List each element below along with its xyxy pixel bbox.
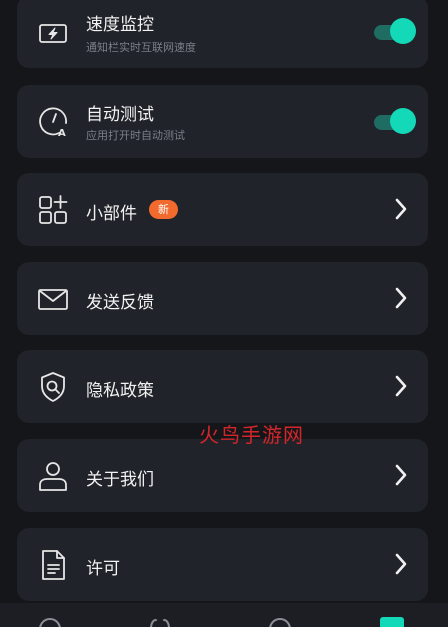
history-icon[interactable] [268,617,292,627]
license-title: 许可 [86,559,120,579]
speed-monitor-subtitle: 通知栏实时互联网速度 [86,41,196,54]
shield-search-icon [37,371,69,403]
auto-test-title: 自动测试 [86,105,154,125]
about-title: 关于我们 [86,470,154,490]
privacy-row[interactable]: 隐私政策 [17,350,428,423]
auto-test-icon: A [37,106,69,138]
feedback-title: 发送反馈 [86,293,154,313]
auto-test-toggle[interactable] [372,108,416,136]
speed-icon[interactable] [38,617,62,627]
chevron-right-icon [394,552,408,576]
settings-icon[interactable] [380,617,404,627]
user-icon [37,460,69,492]
widgets-icon [37,194,69,226]
watermark: 火鸟手游网 [199,423,304,447]
widgets-title: 小部件 [86,204,137,224]
chevron-right-icon [394,374,408,398]
toggle-knob [390,18,416,44]
auto-test-row: A 自动测试 应用打开时自动测试 [17,85,428,158]
speed-monitor-row: 速度监控 通知栏实时互联网速度 [17,0,428,68]
feedback-row[interactable]: 发送反馈 [17,262,428,335]
document-icon [37,549,69,581]
chevron-right-icon [394,463,408,487]
widgets-row[interactable]: 小部件 新 [17,173,428,246]
mail-icon [37,283,69,315]
speed-monitor-icon [37,17,69,49]
toggle-knob [390,108,416,134]
auto-test-subtitle: 应用打开时自动测试 [86,129,185,142]
chart-icon[interactable] [148,617,172,627]
chevron-right-icon [394,197,408,221]
speed-monitor-title: 速度监控 [86,15,154,35]
license-row[interactable]: 许可 [17,528,428,601]
chevron-right-icon [394,286,408,310]
privacy-title: 隐私政策 [86,381,154,401]
new-badge: 新 [149,200,178,219]
svg-text:A: A [58,128,66,138]
speed-monitor-toggle[interactable] [372,18,416,46]
bottom-navigation [0,603,448,627]
settings-screen: 速度监控 通知栏实时互联网速度 A 自动测试 应用打开时自动测试 小部件 新 发… [0,0,448,627]
about-row[interactable]: 关于我们 [17,439,428,512]
